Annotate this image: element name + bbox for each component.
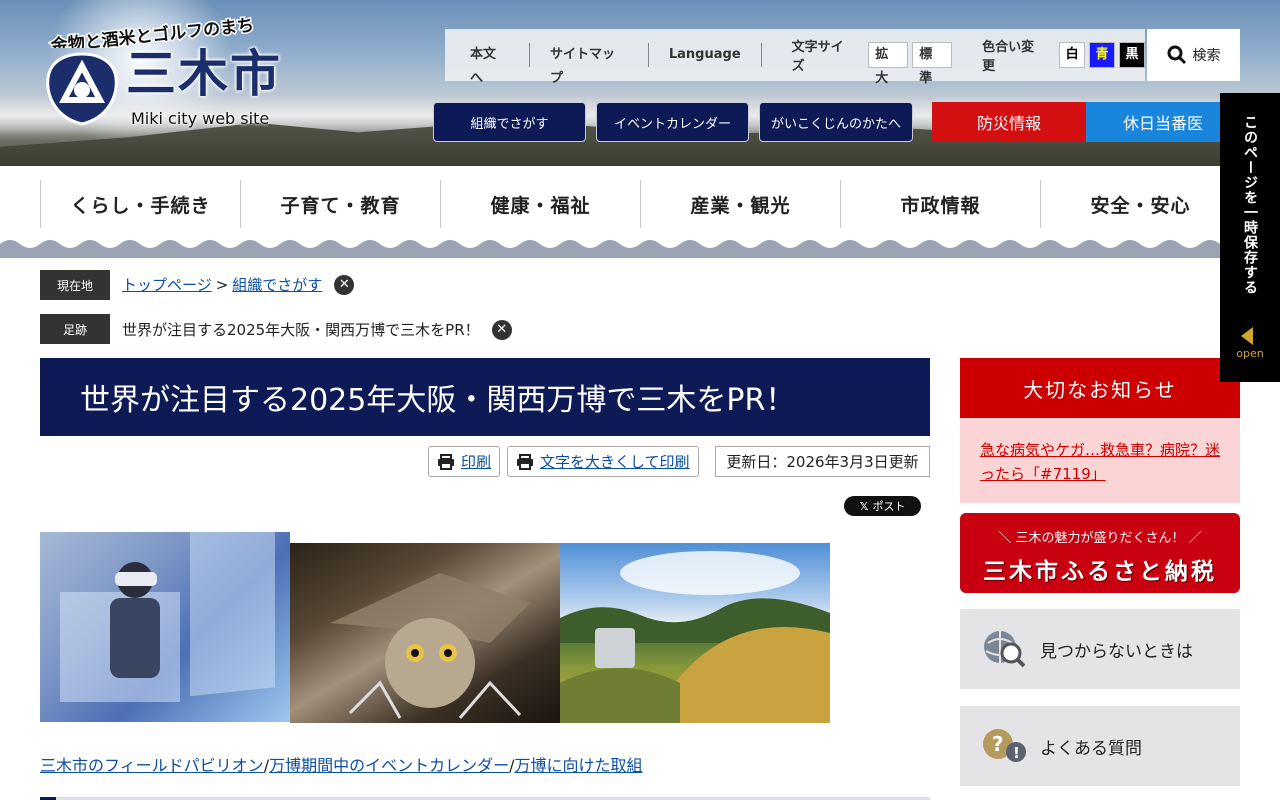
important-notice-body: 急な病気やケガ…救急車？病院？迷ったら「#7119」	[960, 418, 1240, 503]
x-post-button[interactable]: 𝕏 ポスト	[844, 496, 921, 516]
print-large-button[interactable]: 文字を大きくして印刷	[507, 446, 699, 477]
breadcrumb-home-link[interactable]: トップページ	[122, 274, 212, 295]
site-name[interactable]: 三木市	[126, 44, 282, 104]
temporary-save-label: このページを一時保存する	[1242, 115, 1258, 295]
color-blue-button[interactable]: 青	[1089, 42, 1116, 68]
search-icon	[1167, 45, 1186, 65]
print-button[interactable]: 印刷	[428, 446, 501, 477]
page-title: 世界が注目する2025年大阪・関西万博で三木をPR！	[40, 358, 930, 436]
history-label: 足跡	[40, 314, 110, 344]
svg-text:金物と酒米とゴルフのまち: 金物と酒米とゴルフのまち	[49, 15, 255, 48]
printer-icon	[517, 453, 533, 470]
font-size-large-button[interactable]: 拡大	[868, 42, 909, 86]
furusato-tagline: ＼ 三木の魅力が盛りだくさん！ ／	[998, 531, 1202, 546]
breadcrumb-separator: >	[215, 275, 229, 294]
field-pavilion-link[interactable]: 三木市のフィールドパビリオン	[40, 756, 264, 775]
language-link[interactable]: Language	[649, 43, 762, 67]
color-white-button[interactable]: 白	[1059, 42, 1086, 68]
find-by-org-button[interactable]: 組織でさがす	[433, 102, 586, 142]
color-black-button[interactable]: 黒	[1119, 42, 1146, 68]
for-foreigners-button[interactable]: がいこくじんのかたへ	[759, 102, 913, 142]
holiday-doctor-button[interactable]: 休日当番医	[1086, 102, 1240, 142]
print-large-label: 文字を大きくして印刷	[540, 453, 690, 471]
menu-living[interactable]: くらし・手続き	[40, 180, 240, 228]
arrow-left-icon	[1241, 327, 1253, 345]
menu-city-admin[interactable]: 市政情報	[840, 180, 1040, 228]
font-size-normal-button[interactable]: 標準	[912, 42, 953, 86]
search-globe-icon	[984, 631, 1026, 668]
owl-sculpture-photo	[290, 543, 560, 723]
menu-childcare[interactable]: 子育て・教育	[240, 180, 440, 228]
utility-bar: 本文へ サイトマップ Language 文字サイズ 拡大 標準 色合い変更 白 …	[445, 29, 1146, 86]
menu-safety[interactable]: 安全・安心	[1040, 180, 1240, 228]
site-header: 金物と酒米とゴルフのまち 三木市 Miki city web site 本文へ …	[0, 0, 1280, 166]
emergency-7119-link[interactable]: 急な病気やケガ…救急車？病院？迷ったら「#7119」	[980, 441, 1220, 483]
important-notice-title: 大切なお知らせ	[960, 358, 1240, 418]
event-calendar-button[interactable]: イベントカレンダー	[596, 102, 749, 142]
search-label: 検索	[1192, 48, 1221, 64]
skip-to-content-link[interactable]: 本文へ	[445, 43, 530, 86]
breadcrumb: トップページ > 組織でさがす ✕	[122, 274, 355, 295]
menu-industry[interactable]: 産業・観光	[640, 180, 840, 228]
history-trail: 世界が注目する2025年大阪・関西万博で三木をPR！ ✕	[122, 319, 512, 340]
faq-link[interactable]: ? ! よくある質問	[960, 706, 1240, 786]
color-change-label: 色合い変更	[982, 40, 1035, 74]
menu-health[interactable]: 健康・福祉	[440, 180, 640, 228]
related-links: 三木市のフィールドパビリオン/万博期間中のイベントカレンダー/万博に向けた取組	[40, 752, 643, 776]
current-location-label: 現在地	[40, 270, 110, 300]
expo-event-calendar-link[interactable]: 万博期間中のイベントカレンダー	[269, 756, 509, 775]
site-subtitle: Miki city web site	[131, 109, 270, 128]
furusato-tax-banner[interactable]: ＼ 三木の魅力が盛りだくさん！ ／ 三木市ふるさと納税	[960, 513, 1240, 593]
search-button[interactable]: 検索	[1147, 29, 1240, 81]
tagline: 金物と酒米とゴルフのまち	[48, 14, 256, 48]
not-found-link[interactable]: 見つからないときは	[960, 609, 1240, 689]
font-size-label: 文字サイズ	[791, 40, 844, 74]
svg-text:?: ?	[992, 732, 1004, 756]
not-found-label: 見つからないときは	[1040, 641, 1193, 662]
open-label: open	[1236, 347, 1264, 360]
x-logo-icon: 𝕏	[859, 499, 869, 513]
expo-initiatives-link[interactable]: 万博に向けた取組	[514, 756, 642, 775]
breadcrumb-current-link[interactable]: 組織でさがす	[232, 274, 322, 295]
faq-icon: ? !	[983, 729, 1026, 762]
temporary-save-tab[interactable]: このページを一時保存する open	[1220, 93, 1280, 382]
menu-wave-divider	[0, 240, 1280, 258]
close-icon[interactable]: ✕	[334, 274, 355, 295]
x-post-label: ポスト	[872, 500, 906, 513]
update-date: 更新日：2026年3月3日更新	[715, 446, 930, 477]
city-emblem-icon[interactable]	[42, 48, 122, 128]
furusato-title: 三木市ふるさと納税	[983, 559, 1217, 585]
close-icon[interactable]: ✕	[491, 319, 512, 340]
rice-field-photo	[560, 543, 830, 723]
main-menu: くらし・手続き 子育て・教育 健康・福祉 産業・観光 市政情報 安全・安心	[0, 166, 1280, 244]
svg-text:!: !	[1013, 744, 1020, 762]
expo-vr-photo	[40, 532, 290, 722]
printer-icon	[438, 453, 454, 470]
history-item[interactable]: 世界が注目する2025年大阪・関西万博で三木をPR！	[122, 319, 480, 340]
print-label: 印刷	[461, 453, 492, 471]
sitemap-link[interactable]: サイトマップ	[530, 43, 649, 86]
faq-label: よくある質問	[1040, 738, 1142, 759]
disaster-info-button[interactable]: 防災情報	[932, 102, 1086, 142]
